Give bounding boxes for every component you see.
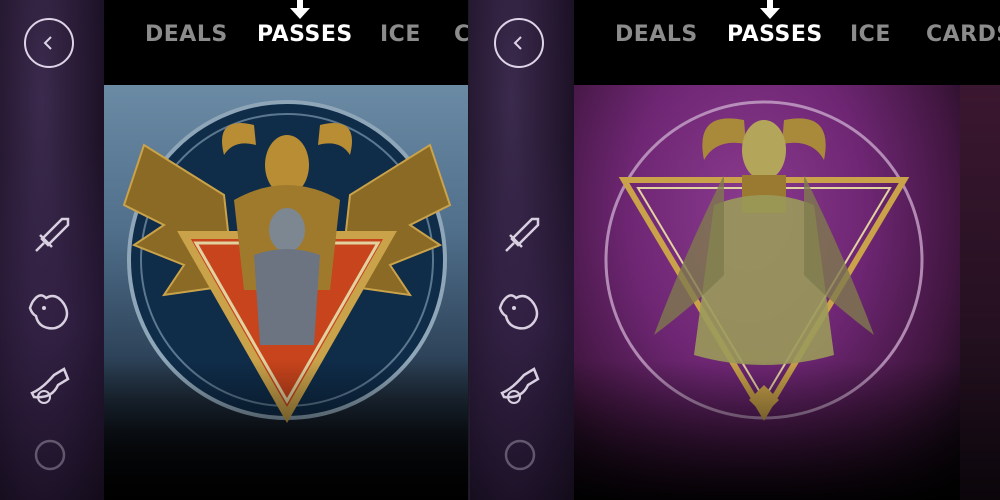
arrow-down-icon — [290, 0, 310, 19]
sword-icon[interactable] — [22, 205, 82, 265]
tab-passes[interactable]: PASSES — [257, 22, 353, 47]
comparison-screenshot: DEALS PASSES ICE C DEALS PASSES ICE CARD — [0, 0, 1000, 500]
back-button[interactable] — [24, 18, 74, 68]
back-button[interactable] — [494, 18, 544, 68]
tab-deals[interactable]: DEALS — [615, 22, 698, 47]
tab-bar: DEALS PASSES ICE C — [104, 0, 500, 85]
ghost-icon[interactable] — [22, 280, 82, 340]
tab-ice[interactable]: ICE — [380, 22, 421, 47]
horn-icon[interactable] — [492, 355, 552, 415]
chevron-left-icon — [513, 36, 522, 50]
horn-icon[interactable] — [22, 355, 82, 415]
tab-deals[interactable]: DEALS — [145, 22, 228, 47]
next-pass-preview[interactable] — [960, 85, 1000, 500]
sidebar — [470, 0, 576, 500]
arrow-down-icon — [760, 0, 780, 19]
left-screen: DEALS PASSES ICE C — [0, 0, 500, 500]
ring-icon[interactable] — [22, 425, 82, 485]
artwork-fade — [104, 360, 500, 500]
pass-artwork-winged-demon[interactable] — [104, 85, 500, 500]
ring-icon[interactable] — [492, 425, 552, 485]
tab-cards[interactable]: CARDS — [926, 22, 1000, 47]
artwork-fade — [574, 360, 960, 500]
pass-artwork-satyr[interactable] — [574, 85, 960, 500]
tab-bar: DEALS PASSES ICE CARDS — [574, 0, 1000, 85]
right-screen: DEALS PASSES ICE CARDS — [470, 0, 1000, 500]
sword-icon[interactable] — [492, 205, 552, 265]
sidebar — [0, 0, 106, 500]
tab-passes[interactable]: PASSES — [727, 22, 823, 47]
chevron-left-icon — [43, 36, 52, 50]
tab-ice[interactable]: ICE — [850, 22, 891, 47]
ghost-icon[interactable] — [492, 280, 552, 340]
